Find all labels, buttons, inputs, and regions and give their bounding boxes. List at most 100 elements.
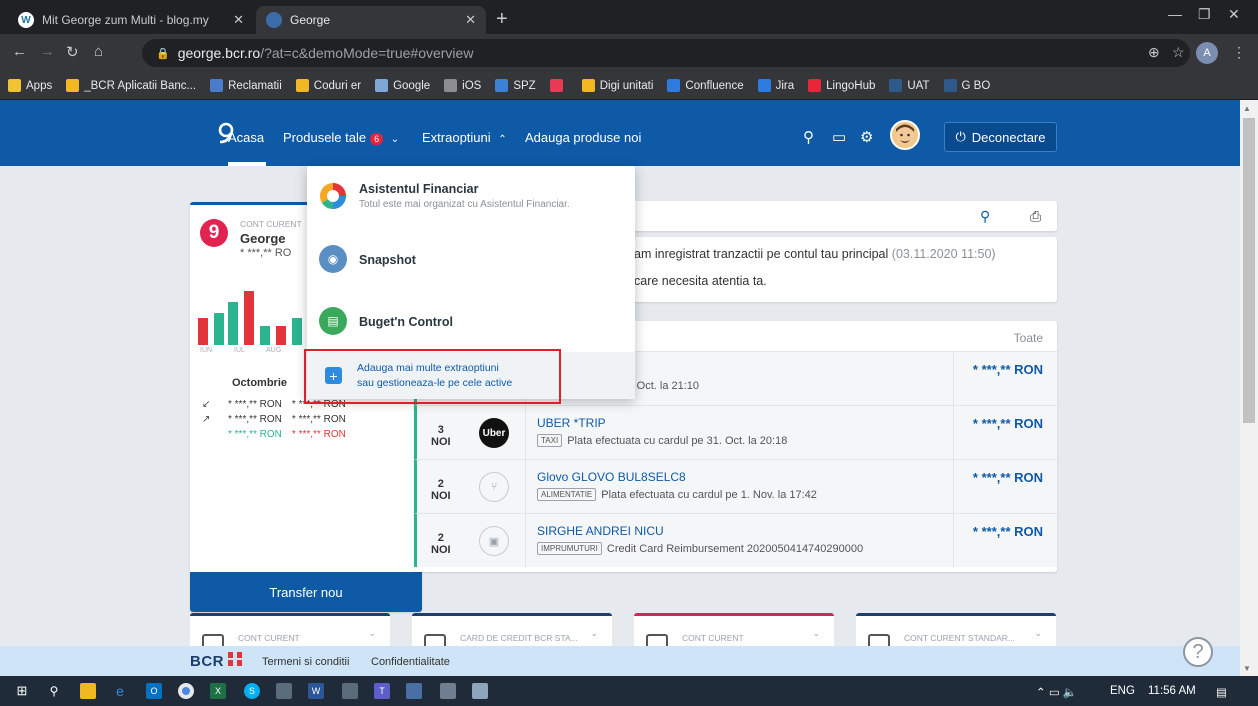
browser-tab-blog[interactable]: W Mit George zum Multi - blog.my ✕ — [8, 6, 254, 34]
forward-icon[interactable]: → — [40, 43, 55, 60]
bookmark-item[interactable]: iOS — [444, 79, 481, 92]
nav-extras-label: Extraoptiuni — [422, 130, 491, 145]
bookmark-star-icon[interactable]: ☆ — [1172, 44, 1185, 61]
word-icon[interactable]: W — [308, 683, 324, 699]
bookmark-label: G BO — [961, 79, 991, 92]
category-tag: TAXI — [537, 434, 563, 447]
bookmark-item[interactable]: G BO — [943, 79, 991, 92]
bookmark-item[interactable]: Jira — [757, 79, 794, 92]
new-tab-icon[interactable]: + — [496, 8, 508, 31]
menu-icon[interactable]: ⋮ — [1232, 44, 1246, 61]
excel-icon[interactable]: X — [210, 683, 226, 699]
windows-start-icon[interactable]: ⊞ — [14, 683, 30, 699]
bookmark-item[interactable]: Reclamatii — [210, 79, 282, 92]
flow-arrow-icon: ↗ — [202, 414, 211, 425]
app-icon[interactable] — [440, 683, 456, 699]
language-indicator[interactable]: ENG — [1110, 685, 1135, 697]
app-icon[interactable] — [406, 683, 422, 699]
close-window-icon[interactable]: ✕ — [1228, 6, 1240, 23]
divider — [953, 352, 954, 406]
profile-avatar[interactable]: A — [1196, 42, 1218, 64]
home-icon[interactable]: ⌂ — [94, 43, 103, 60]
bookmark-item[interactable]: Digi unitati — [581, 79, 653, 92]
nav-extras[interactable]: Extraoptiuni ⌃ — [422, 130, 507, 145]
bookmark-label: _BCR Aplicatii Banc... — [84, 79, 197, 92]
bookmark-item[interactable]: UAT — [889, 79, 930, 92]
george-header: Acasa Produsele tale 6 ⌄ Extraoptiuni ⌃ A… — [0, 100, 1240, 166]
bookmark-item[interactable]: LingoHub — [808, 79, 875, 92]
transaction-day: 2 NOI — [431, 532, 451, 556]
eye-icon: ◉ — [319, 245, 347, 273]
chevron-down-icon[interactable]: ⌄ — [1034, 628, 1042, 639]
chrome-icon[interactable] — [178, 683, 194, 699]
transaction-day: 2 NOI — [431, 478, 451, 502]
close-tab-icon[interactable]: ✕ — [465, 12, 476, 28]
chat-icon[interactable]: ▭ — [832, 128, 846, 146]
edge-icon[interactable]: e — [112, 683, 128, 699]
print-icon[interactable]: ⎙ — [1030, 208, 1041, 225]
chevron-down-icon: ⌄ — [390, 134, 400, 145]
chevron-down-icon[interactable]: ⌄ — [590, 628, 598, 639]
reload-icon[interactable]: ↻ — [66, 43, 79, 61]
annotation-highlight-box — [304, 349, 561, 404]
transaction-row[interactable]: 3 NOI Uber UBER *TRIP TAXI Plata efectuata cu… — [414, 405, 1057, 460]
teams-icon[interactable]: T — [374, 683, 390, 699]
app-icon[interactable] — [342, 683, 358, 699]
all-transactions-link[interactable]: Toate — [1014, 331, 1043, 345]
nav-products[interactable]: Produsele tale 6 ⌄ — [283, 130, 399, 145]
zoom-icon[interactable]: ⊕ — [1148, 44, 1160, 61]
address-bar[interactable]: 🔒 george.bcr.ro/?at=c&demoMode=true#over… — [142, 39, 1190, 67]
clock[interactable]: 11:56 AM — [1148, 685, 1196, 697]
dropdown-item-financial-assistant[interactable]: Asistentul Financiar Totul este mai orga… — [307, 166, 635, 228]
restore-icon[interactable]: ❐ — [1198, 6, 1211, 23]
notice-date: (03.11.2020 11:50) — [891, 247, 996, 261]
help-button[interactable]: ? — [1183, 637, 1213, 667]
terms-link[interactable]: Termeni si conditii — [262, 656, 349, 668]
search-icon[interactable]: ⚲ — [980, 208, 990, 225]
bookmark-icon — [581, 79, 595, 92]
chevron-down-icon[interactable]: ⌄ — [368, 628, 376, 639]
bookmark-item[interactable]: Confluence — [667, 79, 744, 92]
close-tab-icon[interactable]: ✕ — [233, 12, 244, 28]
transaction-row[interactable]: 2 NOI ⑂ Glovo GLOVO BUL8SELC8 ALIMENTATIE Pla… — [414, 459, 1057, 514]
notice-line2: care necesita atentia ta. — [634, 274, 767, 288]
logout-button[interactable]: ⏻ Deconectare — [944, 122, 1057, 152]
bookmark-item[interactable]: Apps — [8, 79, 52, 92]
dropdown-item-budget-control[interactable]: ▤ Buget'n Control — [307, 290, 635, 352]
app-icon[interactable] — [276, 683, 292, 699]
nav-home[interactable]: Acasa — [228, 130, 264, 145]
bookmark-icon — [889, 79, 903, 92]
bookmark-label: SPZ — [513, 79, 536, 92]
bookmark-item[interactable]: Coduri er — [295, 79, 361, 92]
back-icon[interactable]: ← — [12, 43, 27, 60]
new-transfer-button[interactable]: Transfer nou — [190, 572, 422, 612]
chevron-down-icon[interactable]: ⌄ — [812, 628, 820, 639]
bookmark-item[interactable]: _BCR Aplicatii Banc... — [66, 79, 196, 92]
product-card-label: CONT CURENT — [682, 633, 744, 643]
nav-add-products[interactable]: Adauga produse noi — [525, 130, 641, 145]
search-icon[interactable]: ⚲ — [803, 128, 814, 146]
month-bar — [260, 326, 270, 345]
scrollbar-thumb[interactable] — [1243, 118, 1255, 423]
minimize-icon[interactable]: — — [1168, 6, 1182, 22]
skype-icon[interactable]: S — [244, 683, 260, 699]
scroll-down-icon[interactable]: ▼ — [1243, 664, 1251, 673]
dropdown-item-snapshot[interactable]: ◉ Snapshot — [307, 228, 635, 290]
privacy-link[interactable]: Confidentialitate — [371, 656, 450, 668]
power-icon: ⏻ — [955, 129, 966, 144]
search-icon[interactable]: ⚲ — [46, 683, 62, 699]
settings-gear-icon[interactable]: ⚙ — [860, 128, 873, 146]
notifications-icon[interactable]: ▤ — [1216, 685, 1227, 699]
browser-tab-strip: W Mit George zum Multi - blog.my ✕ Georg… — [0, 0, 1258, 34]
bookmark-item[interactable]: Google — [375, 79, 430, 92]
app-icon[interactable] — [472, 683, 488, 699]
user-avatar[interactable] — [890, 120, 920, 150]
browser-tab-george[interactable]: George ✕ — [256, 6, 486, 34]
bookmark-item[interactable] — [549, 79, 568, 92]
scroll-up-icon[interactable]: ▲ — [1243, 104, 1251, 113]
tray-icons[interactable]: ⌃ ▭ 🔈 — [1036, 685, 1077, 699]
bookmark-item[interactable]: SPZ — [495, 79, 536, 92]
outlook-icon[interactable]: O — [146, 683, 162, 699]
file-explorer-icon[interactable] — [80, 683, 96, 699]
transaction-row[interactable]: 2 NOI ▣ SIRGHE ANDREI NICU IMPRUMUTURI Credit… — [414, 513, 1057, 568]
